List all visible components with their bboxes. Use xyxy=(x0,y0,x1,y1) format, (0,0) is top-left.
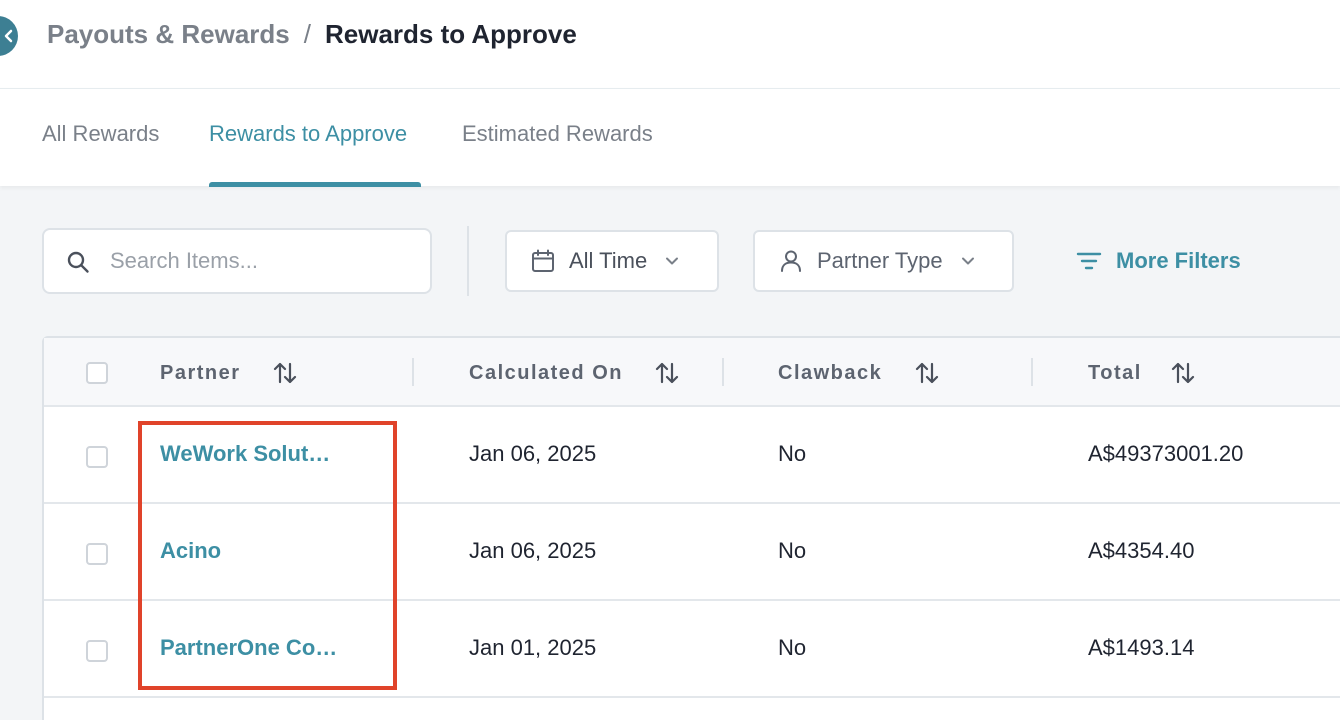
calendar-icon xyxy=(529,247,557,275)
total-cell: A$4354.40 xyxy=(1088,538,1195,563)
search-icon xyxy=(67,251,89,273)
more-filters-label: More Filters xyxy=(1116,248,1241,273)
column-resize-handle[interactable] xyxy=(1031,358,1033,386)
sort-arrows-icon[interactable] xyxy=(914,360,940,386)
partner-type-dropdown[interactable]: Partner Type xyxy=(753,230,1014,292)
row-checkbox[interactable] xyxy=(86,640,108,662)
column-resize-handle[interactable] xyxy=(412,358,414,386)
partner-name-link[interactable]: WeWork Solut… xyxy=(160,441,330,467)
table-row[interactable]: WeWork Solut… Jan 06, 2025 No A$49373001… xyxy=(44,407,1340,504)
filter-divider xyxy=(467,226,469,296)
column-label: Clawback xyxy=(778,361,883,384)
calculated-on-cell: Jan 06, 2025 xyxy=(469,441,597,466)
back-button[interactable] xyxy=(0,16,18,56)
breadcrumb-current: Rewards to Approve xyxy=(324,18,577,49)
partner-name-link[interactable]: Acino xyxy=(160,538,221,564)
active-tab-indicator xyxy=(209,182,421,187)
page-header: Payouts & Rewards / Rewards to Approve xyxy=(0,0,1340,88)
tab-all-rewards[interactable]: All Rewards xyxy=(42,121,159,147)
table-header: Partner Calculated On Clawback Total xyxy=(44,338,1340,407)
rewards-table: Partner Calculated On Clawback Total WeW… xyxy=(42,336,1340,720)
column-header-clawback[interactable]: Clawback xyxy=(778,360,939,386)
calculated-on-cell: Jan 01, 2025 xyxy=(469,635,597,660)
breadcrumb-separator: / xyxy=(303,18,311,49)
row-checkbox[interactable] xyxy=(86,446,108,468)
select-all-checkbox[interactable] xyxy=(86,362,108,384)
time-range-label: All Time xyxy=(569,248,648,273)
tab-estimated-rewards[interactable]: Estimated Rewards xyxy=(462,121,653,147)
time-range-dropdown[interactable]: All Time xyxy=(505,230,719,292)
sort-arrows-icon[interactable] xyxy=(1170,360,1196,386)
user-icon xyxy=(777,247,805,275)
partner-name-link[interactable]: PartnerOne Co… xyxy=(160,635,337,661)
clawback-cell: No xyxy=(778,441,807,466)
calculated-on-cell: Jan 06, 2025 xyxy=(469,538,597,563)
tabs-bar: All Rewards Rewards to Approve Estimated… xyxy=(0,88,1340,187)
search-box xyxy=(42,228,432,294)
total-cell: A$1493.14 xyxy=(1088,635,1195,660)
column-label: Partner xyxy=(160,361,241,384)
table-row[interactable]: PartnerOne Co… Jan 01, 2025 No A$1493.14 xyxy=(44,601,1340,698)
chevron-left-icon xyxy=(4,29,13,43)
tab-rewards-to-approve[interactable]: Rewards to Approve xyxy=(209,121,407,147)
clawback-cell: No xyxy=(778,538,807,563)
row-checkbox[interactable] xyxy=(86,543,108,565)
partner-type-label: Partner Type xyxy=(817,248,943,273)
chevron-down-icon xyxy=(665,256,679,266)
filter-lines-icon xyxy=(1076,252,1102,270)
column-label: Total xyxy=(1088,361,1142,384)
search-input[interactable] xyxy=(110,244,410,278)
more-filters-button[interactable]: More Filters xyxy=(1076,244,1241,278)
sort-arrows-icon[interactable] xyxy=(654,360,680,386)
breadcrumb-parent-link[interactable]: Payouts & Rewards xyxy=(47,19,290,50)
column-header-partner[interactable]: Partner xyxy=(160,360,297,386)
column-label: Calculated On xyxy=(469,361,623,384)
total-cell: A$49373001.20 xyxy=(1088,441,1244,466)
breadcrumb: Payouts & Rewards / Rewards to Approve xyxy=(47,18,577,50)
chevron-down-icon xyxy=(961,256,975,266)
table-row[interactable]: Acino Jan 06, 2025 No A$4354.40 xyxy=(44,504,1340,601)
clawback-cell: No xyxy=(778,635,807,660)
column-header-calculated-on[interactable]: Calculated On xyxy=(469,360,679,386)
column-header-total[interactable]: Total xyxy=(1088,360,1195,386)
column-resize-handle[interactable] xyxy=(722,358,724,386)
sort-arrows-icon[interactable] xyxy=(272,360,298,386)
